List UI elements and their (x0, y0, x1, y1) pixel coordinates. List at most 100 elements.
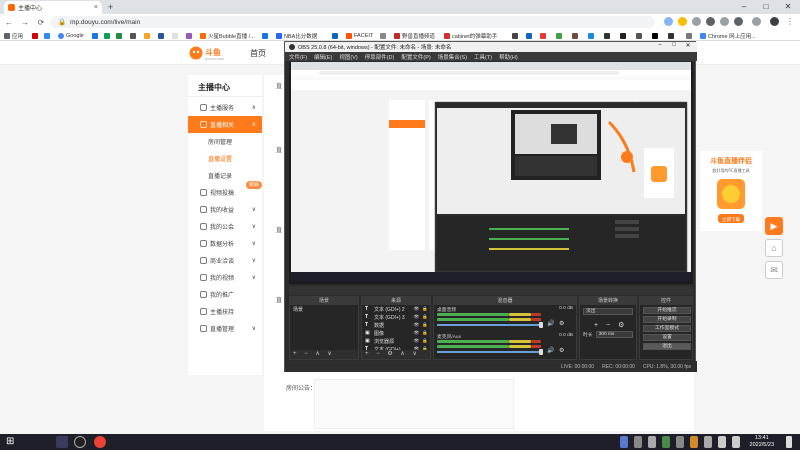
obs-menu-item[interactable]: 文件(F) (289, 53, 307, 61)
settings-button[interactable]: 设置 (643, 334, 691, 341)
bookmark-chrome-store[interactable]: Chrome 网上应用... (700, 31, 756, 40)
bookmark-item[interactable] (332, 31, 338, 40)
sidebar-item[interactable]: 我的收益 ∨ (188, 201, 262, 218)
back-arrow-icon[interactable]: ← (4, 18, 14, 27)
obs-menu-item[interactable]: 工具(T) (474, 53, 492, 61)
puzzle-icon[interactable] (734, 17, 743, 26)
minimize-window-button[interactable]: – (733, 0, 755, 14)
obs-close-button[interactable]: ✕ (681, 42, 695, 49)
bookmark-item[interactable] (588, 31, 594, 40)
visibility-eye-icon[interactable]: 👁 (414, 322, 420, 328)
lock-icon[interactable]: 🔒 (422, 330, 428, 336)
extension-icon[interactable] (752, 17, 761, 26)
volume-slider-handle[interactable] (539, 322, 543, 328)
bookmark-item[interactable] (636, 31, 642, 40)
bookmark-faceit[interactable]: FACEIT (346, 31, 373, 40)
tray-icon[interactable] (676, 436, 684, 448)
sidebar-item[interactable]: 我的推广 (188, 286, 262, 303)
volume-slider-handle[interactable] (539, 349, 543, 355)
bookmark-item[interactable] (104, 31, 110, 40)
volume-slider[interactable] (437, 351, 541, 353)
obs-preview-canvas[interactable] (289, 62, 693, 284)
taskbar-app-icon[interactable] (56, 436, 68, 448)
scenes-toolbar[interactable]: + − ∧ ∨ (290, 350, 358, 359)
source-item[interactable]: ▣ 图像 👁 🔒 (362, 329, 430, 337)
bookmark-huoxing[interactable]: 火星Bubble直播 /... (200, 31, 255, 40)
tray-icon[interactable] (718, 436, 726, 448)
obs-menu-item[interactable]: 场景集合(S) (438, 53, 467, 61)
source-item[interactable]: ▣ 浏览器源 👁 🔒 (362, 337, 430, 345)
bookmark-nba[interactable]: NBA比分数据 (276, 31, 317, 40)
bookmark-apps[interactable]: 应用 (4, 31, 23, 40)
sidebar-item[interactable]: 直播设置 (188, 150, 262, 167)
bookmark-item[interactable] (186, 31, 192, 40)
feedback-icon[interactable]: ✉ (765, 261, 783, 279)
windows-start-icon[interactable]: ⊞ (6, 436, 18, 448)
maximize-window-button[interactable]: □ (755, 0, 777, 14)
bookmark-item[interactable] (380, 31, 386, 40)
new-tab-icon[interactable]: + (108, 2, 113, 12)
room-notice-textarea[interactable] (314, 379, 514, 429)
bookmark-item[interactable] (172, 31, 178, 40)
source-item[interactable]: T 数据 👁 🔒 (362, 321, 430, 329)
close-window-button[interactable]: ✕ (777, 0, 799, 14)
visibility-eye-icon[interactable]: 👁 (414, 314, 420, 320)
lock-icon[interactable]: 🔒 (422, 306, 428, 312)
visibility-eye-icon[interactable]: 👁 (414, 330, 420, 336)
tray-icon[interactable] (732, 436, 740, 448)
bookmark-item[interactable] (556, 31, 562, 40)
douyu-logo[interactable]: 斗鱼 DOUYU.COM (189, 45, 241, 61)
bookmark-item[interactable] (686, 31, 692, 40)
transition-select[interactable]: 淡出 (583, 308, 633, 315)
extension-icon[interactable] (720, 17, 729, 26)
scene-item[interactable]: 场景 (290, 305, 358, 313)
lock-icon[interactable]: 🔒 (422, 314, 428, 320)
address-bar[interactable]: 🔒 mp.douyu.com/live/main (50, 16, 655, 28)
nav-home-link[interactable]: 首页 (250, 48, 266, 59)
sources-toolbar[interactable]: + − ⚙ ∧ ∨ (362, 350, 430, 359)
ad-download-button[interactable]: 立即下载 (722, 216, 740, 223)
menu-kebab-icon[interactable]: ⋮ (786, 17, 795, 26)
bookmark-item[interactable] (652, 31, 658, 40)
bookmark-item[interactable] (572, 31, 578, 40)
extension-icon[interactable] (692, 17, 701, 26)
bookmark-item[interactable] (32, 31, 38, 40)
start-recording-button[interactable]: 开始录制 (643, 316, 691, 323)
bookmark-item[interactable] (526, 31, 532, 40)
home-icon[interactable]: ⌂ (765, 239, 783, 257)
sidebar-item[interactable]: 主播服务 ∧ (188, 99, 262, 116)
forward-arrow-icon[interactable]: → (20, 18, 30, 27)
bookmark-item[interactable] (130, 31, 136, 40)
bookmark-item[interactable] (92, 31, 98, 40)
chrome-taskbar-icon[interactable] (94, 436, 106, 448)
bookmark-item[interactable] (158, 31, 164, 40)
speaker-icon[interactable]: 🔊 (547, 347, 554, 354)
bookmark-item[interactable] (116, 31, 122, 40)
bookmark-google[interactable]: Google (58, 31, 84, 40)
obs-menu-item[interactable]: 编辑(E) (314, 53, 332, 61)
volume-slider[interactable] (437, 324, 541, 326)
bookmark-cabinet[interactable]: cabinet的弹幕助手 (444, 31, 497, 40)
bookmark-item[interactable] (620, 31, 626, 40)
bookmark-item[interactable] (262, 31, 268, 40)
duration-input[interactable]: 300 ms (595, 331, 633, 338)
extension-icon[interactable] (706, 17, 715, 26)
obs-maximize-button[interactable]: □ (667, 42, 681, 48)
obs-menu-item[interactable]: 视图(V) (339, 53, 357, 61)
bookmark-star-icon[interactable] (678, 17, 687, 26)
obs-minimize-button[interactable]: – (653, 42, 667, 48)
tray-icon[interactable] (690, 436, 698, 448)
speaker-icon[interactable]: 🔊 (547, 320, 554, 327)
bookmark-item[interactable] (144, 31, 150, 40)
bookmark-item[interactable] (668, 31, 674, 40)
reload-icon[interactable]: ⟳ (36, 18, 46, 27)
lock-icon[interactable]: 🔒 (422, 338, 428, 344)
bookmark-item[interactable] (44, 31, 50, 40)
source-item[interactable]: T 文本 (GDI+) 3 👁 🔒 (362, 313, 430, 321)
studio-mode-button[interactable]: 工作室模式 (643, 325, 691, 332)
tray-icon[interactable] (648, 436, 656, 448)
avatar[interactable] (770, 17, 779, 26)
notification-icon[interactable] (786, 436, 792, 448)
obs-menu-item[interactable]: 配置文件(P) (401, 53, 430, 61)
sidebar-item[interactable]: 数据分析 ∨ (188, 235, 262, 252)
